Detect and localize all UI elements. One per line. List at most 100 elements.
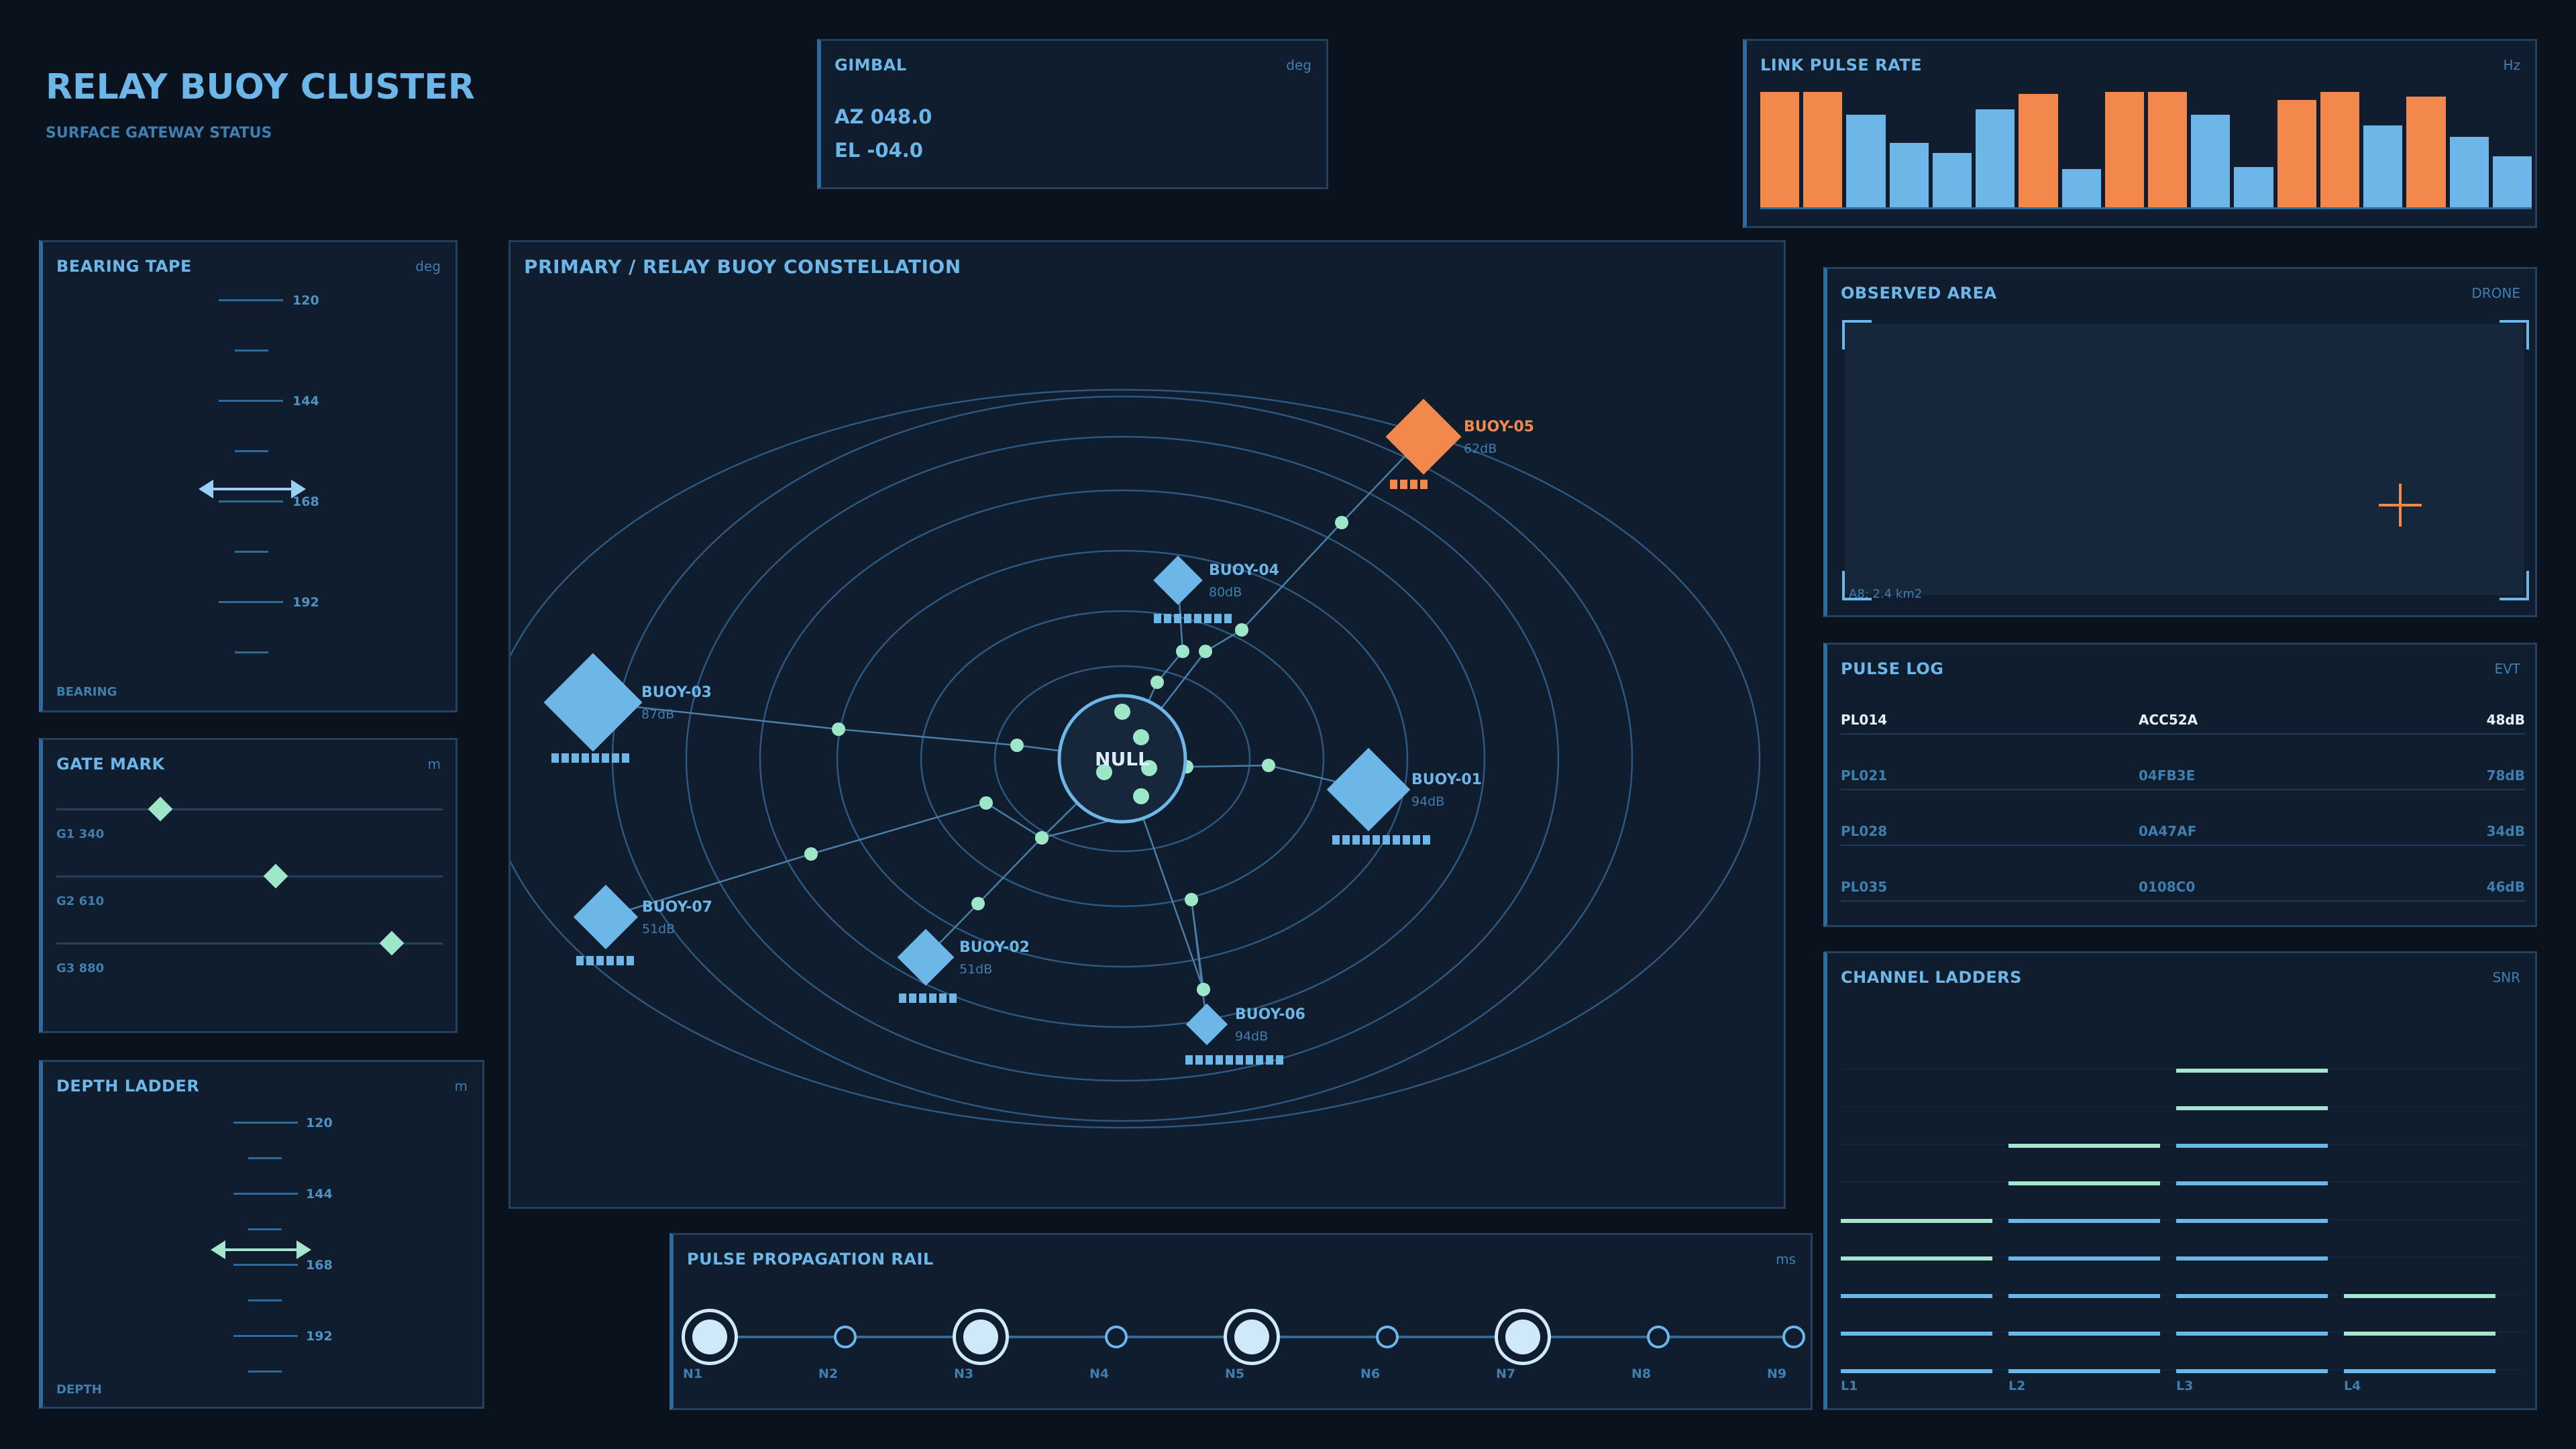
signal-bar (616, 956, 624, 965)
pulse-rate-baseline (1760, 207, 2532, 209)
ladder-rung (1841, 1294, 1992, 1298)
log-divider (1841, 845, 2525, 846)
gate-marker-icon[interactable] (263, 863, 288, 889)
gimbal-azimuth: AZ 048.0 (835, 105, 932, 128)
hub-label: NULL (1095, 748, 1150, 770)
ladder-tick-minor (248, 1157, 282, 1159)
signal-bar (1205, 1055, 1213, 1065)
ladder-rung (2176, 1106, 2328, 1110)
buoy-signal: 94dB (1235, 1029, 1268, 1044)
ladder-tick-major (233, 1264, 298, 1266)
buoy-marker-icon[interactable] (543, 653, 643, 752)
signal-bar (1362, 835, 1370, 845)
ladder-label: L4 (2344, 1379, 2361, 1393)
observed-area-label: A8: 2.4 km2 (1849, 587, 1923, 601)
hub-node (1114, 704, 1130, 720)
buoy-name: BUOY-02 (959, 939, 1030, 956)
signal-bar (1224, 614, 1232, 623)
signal-bar (1236, 1055, 1243, 1065)
pulse-bar (1932, 153, 1972, 207)
log-divider (1841, 900, 2525, 902)
log-row[interactable]: PL014 ACC52A 48dB (1841, 712, 2525, 767)
rail-node-core (1234, 1320, 1269, 1354)
ladders-panel: CHANNEL LADDERS SNR L1 L2 L3 L4 (1823, 951, 2537, 1410)
tape-tick-minor (235, 651, 268, 653)
relay-node (1035, 831, 1049, 845)
rail-node-label: N3 (954, 1366, 974, 1381)
ladder-rung (1841, 1332, 1992, 1336)
buoy-marker-icon[interactable] (1153, 555, 1203, 605)
rail-node[interactable] (1105, 1326, 1128, 1348)
buoy-name: BUOY-04 (1209, 562, 1279, 579)
relay-node (979, 796, 993, 810)
ladder-rung (2176, 1332, 2328, 1336)
signal-bar (582, 753, 589, 763)
log-row[interactable]: PL021 04FB3E 78dB (1841, 767, 2525, 823)
pulse-log-title: PULSE LOG (1841, 659, 1944, 678)
buoy-marker-icon[interactable] (573, 884, 639, 950)
observed-unit: DRONE (2471, 285, 2520, 301)
buoy-signal: 87dB (641, 707, 674, 722)
constellation-map: NULL BUOY-05 62dB BUOY-04 80dB BUOY-03 87dB BUO… (511, 388, 1760, 1129)
signal-bar (1383, 835, 1390, 845)
rail-node[interactable] (1647, 1326, 1670, 1348)
relay-node (1199, 645, 1212, 658)
signal-bar (606, 956, 614, 965)
signal-bar (949, 994, 957, 1003)
pulse-bar (1760, 92, 1800, 207)
rail-node-core (1505, 1320, 1540, 1354)
buoy-marker-icon[interactable] (1326, 747, 1411, 832)
relay-node (1150, 676, 1164, 689)
gate-unit: m (427, 756, 441, 772)
target-crosshair-icon[interactable] (2377, 482, 2423, 528)
signal-bar (561, 753, 569, 763)
relay-node (804, 847, 818, 861)
gate-marker-icon[interactable] (148, 796, 172, 822)
gate-label: G2 610 (56, 894, 105, 908)
bearing-marker-icon[interactable] (199, 476, 306, 502)
ladder-rung (2008, 1219, 2160, 1223)
relay-node (1262, 759, 1275, 772)
ladder-label: L2 (2008, 1379, 2026, 1393)
gate-rows: G1 340 G2 610 G3 880 (56, 794, 443, 1022)
pulse-bar (2148, 92, 2188, 207)
pulse-bar (2406, 96, 2446, 207)
log-code: 0108C0 (2139, 879, 2196, 895)
log-divider (1841, 733, 2525, 735)
tape-label: 192 (292, 595, 319, 610)
ladder-rung (2008, 1294, 2160, 1298)
log-value: 48dB (2486, 712, 2525, 728)
rail-node-label: N9 (1767, 1366, 1787, 1381)
ladder-rung (2176, 1294, 2328, 1298)
buoy-marker-icon[interactable] (1385, 398, 1462, 475)
rail-node-label: N4 (1089, 1366, 1110, 1381)
rail-node-label: N2 (818, 1366, 839, 1381)
pulse-bar (1889, 142, 1929, 207)
depth-marker-icon[interactable] (211, 1236, 311, 1263)
ladder-label: 144 (306, 1187, 333, 1201)
bearing-panel: BEARING TAPE deg 120 144 168 192 BEARING (39, 240, 458, 712)
rail-node[interactable] (1782, 1326, 1805, 1348)
log-row[interactable]: PL028 0A47AF 34dB (1841, 823, 2525, 879)
ladder-tick-minor (248, 1228, 282, 1230)
signal-bar (1214, 614, 1222, 623)
ladder-tick-major (233, 1122, 298, 1124)
ladder-rung (2344, 1332, 2496, 1336)
signal-bar (1393, 835, 1400, 845)
buoy-name: BUOY-05 (1464, 419, 1534, 435)
ladder-rung (2344, 1294, 2496, 1298)
ladder-tick-minor (248, 1371, 282, 1373)
pulse-log-list: PL014 ACC52A 48dB PL021 04FB3E 78dB PL028 0A47A… (1841, 712, 2525, 926)
signal-bar (1174, 614, 1181, 623)
gate-panel: GATE MARK m G1 340 G2 610 G3 880 (39, 738, 458, 1033)
ladder-rung (1841, 1369, 1992, 1373)
log-row[interactable]: PL035 0108C0 46dB (1841, 879, 2525, 934)
relay-node (1010, 739, 1024, 752)
relay-node (1335, 516, 1348, 529)
gate-marker-icon[interactable] (379, 930, 405, 956)
pulse-bar (2061, 169, 2101, 207)
rail-node[interactable] (1376, 1326, 1399, 1348)
buoy-marker-icon[interactable] (1185, 1003, 1228, 1046)
log-id: PL035 (1841, 879, 1888, 895)
rail-node[interactable] (834, 1326, 857, 1348)
